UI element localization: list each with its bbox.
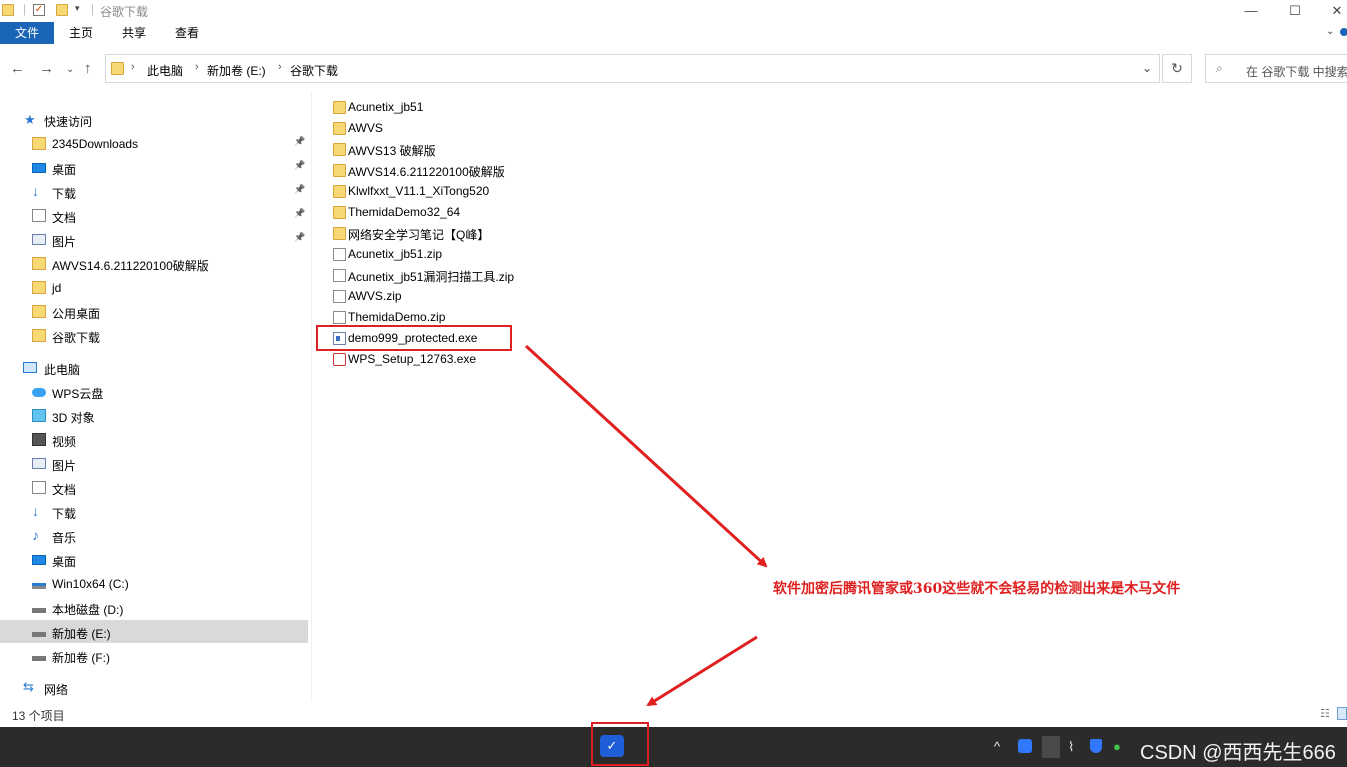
annotation-arrows [524, 344, 768, 707]
tencent-shield-icon[interactable] [1090, 739, 1102, 753]
wifi-icon[interactable]: ⌇ [1068, 739, 1074, 755]
watermark: CSDN @西西先生666 [1140, 742, 1336, 764]
item-count: 13 个项目 [12, 709, 65, 723]
show-hidden-icons-chevron-icon[interactable]: ^ [994, 739, 1000, 754]
large-icons-view-icon[interactable] [1337, 707, 1347, 720]
tray-app-icon[interactable] [1018, 739, 1032, 753]
annotation-highlight-box [591, 722, 649, 766]
wechat-icon[interactable]: ● [1113, 739, 1121, 754]
annotation-text: 软件加密后腾讯管家或360这些就不会轻易的检测出来是木马文件 [773, 581, 1181, 597]
details-view-icon[interactable]: ☷ [1320, 707, 1330, 720]
annotation-arrow [646, 635, 758, 707]
tray-app-icon[interactable] [1042, 736, 1060, 758]
annotation-arrow [524, 344, 768, 568]
status-bar [0, 703, 1347, 727]
